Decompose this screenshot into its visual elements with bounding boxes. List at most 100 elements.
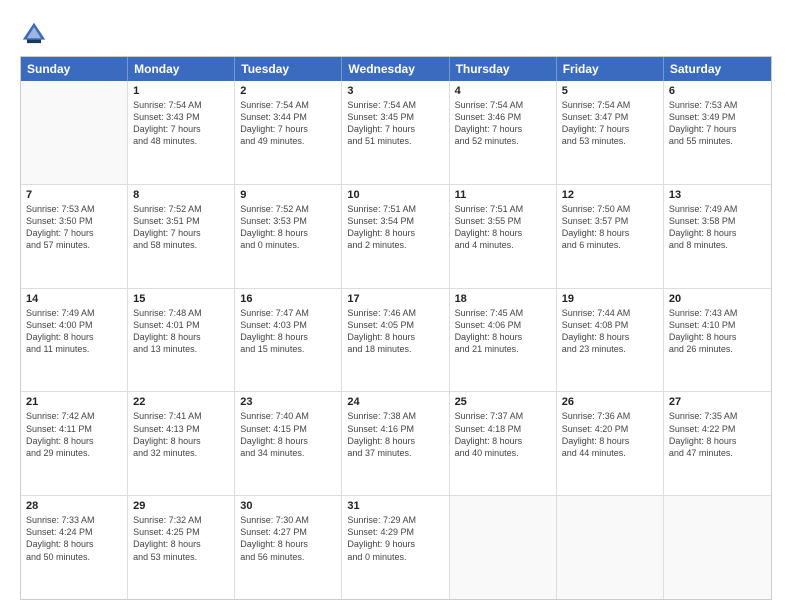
cell-info-line: and 44 minutes. [562,447,658,459]
cell-info-line: Sunset: 4:24 PM [26,526,122,538]
calendar-cell [664,496,771,599]
cell-info-line: Sunset: 3:43 PM [133,111,229,123]
day-number: 5 [562,85,658,97]
cell-info-line: Sunrise: 7:29 AM [347,514,443,526]
calendar-row-1: 7Sunrise: 7:53 AMSunset: 3:50 PMDaylight… [21,185,771,289]
cell-info-line: and 47 minutes. [669,447,766,459]
day-number: 14 [26,293,122,305]
cell-info-line: Daylight: 7 hours [669,123,766,135]
cell-info-line: and 6 minutes. [562,239,658,251]
cell-info-line: Sunset: 4:13 PM [133,423,229,435]
calendar-cell: 15Sunrise: 7:48 AMSunset: 4:01 PMDayligh… [128,289,235,392]
day-number: 22 [133,396,229,408]
calendar-cell: 10Sunrise: 7:51 AMSunset: 3:54 PMDayligh… [342,185,449,288]
cell-info-line: Daylight: 8 hours [669,331,766,343]
calendar-cell: 17Sunrise: 7:46 AMSunset: 4:05 PMDayligh… [342,289,449,392]
cell-info-line: and 4 minutes. [455,239,551,251]
cell-info-line: Daylight: 7 hours [240,123,336,135]
cell-info-line: Sunrise: 7:35 AM [669,410,766,422]
cell-info-line: Daylight: 8 hours [240,227,336,239]
cell-info-line: and 40 minutes. [455,447,551,459]
cell-info-line: Sunrise: 7:53 AM [26,203,122,215]
cell-info-line: and 15 minutes. [240,343,336,355]
cell-info-line: Daylight: 7 hours [133,227,229,239]
cell-info-line: and 56 minutes. [240,551,336,563]
calendar-cell [557,496,664,599]
calendar-cell: 13Sunrise: 7:49 AMSunset: 3:58 PMDayligh… [664,185,771,288]
cell-info-line: Daylight: 8 hours [562,435,658,447]
cell-info-line: Sunrise: 7:40 AM [240,410,336,422]
calendar-cell: 8Sunrise: 7:52 AMSunset: 3:51 PMDaylight… [128,185,235,288]
cell-info-line: Daylight: 8 hours [133,538,229,550]
cell-info-line: Daylight: 8 hours [347,435,443,447]
cell-info-line: and 53 minutes. [133,551,229,563]
calendar-cell: 19Sunrise: 7:44 AMSunset: 4:08 PMDayligh… [557,289,664,392]
calendar-cell [21,81,128,184]
cell-info-line: Sunset: 4:03 PM [240,319,336,331]
calendar-cell: 21Sunrise: 7:42 AMSunset: 4:11 PMDayligh… [21,392,128,495]
calendar-body: 1 Sunrise: 7:54 AM Sunset: 3:43 PM Daylight… [21,81,771,599]
cell-info-line: Daylight: 8 hours [26,331,122,343]
logo [20,20,52,48]
logo-icon [20,20,48,48]
day-number: 31 [347,500,443,512]
day-number: 3 [347,85,443,97]
calendar-row-4: 28Sunrise: 7:33 AMSunset: 4:24 PMDayligh… [21,496,771,599]
cell-info-line: Daylight: 8 hours [133,331,229,343]
calendar-cell: 6Sunrise: 7:53 AMSunset: 3:49 PMDaylight… [664,81,771,184]
cell-info-line: Sunset: 3:54 PM [347,215,443,227]
cell-info-line: Sunset: 4:15 PM [240,423,336,435]
cell-info-line: Sunset: 4:06 PM [455,319,551,331]
cell-info-line: Sunset: 4:11 PM [26,423,122,435]
cell-info-line: Sunrise: 7:53 AM [669,99,766,111]
day-number: 24 [347,396,443,408]
cell-info-line: Daylight: 8 hours [669,435,766,447]
day-number: 2 [240,85,336,97]
header-day-friday: Friday [557,57,664,81]
cell-info-line: Sunrise: 7:43 AM [669,307,766,319]
cell-info-line: Sunrise: 7:46 AM [347,307,443,319]
cell-info-line: Sunrise: 7:54 AM [562,99,658,111]
day-number: 18 [455,293,551,305]
cell-info-line: Sunrise: 7:37 AM [455,410,551,422]
cell-info-line: and 49 minutes. [240,135,336,147]
cell-info-line: Daylight: 8 hours [562,227,658,239]
cell-info-line: and 55 minutes. [669,135,766,147]
day-number: 26 [562,396,658,408]
cell-info-line: Sunrise: 7:54 AM [347,99,443,111]
cell-info-line: Daylight: 7 hours [455,123,551,135]
header-day-sunday: Sunday [21,57,128,81]
day-number: 6 [669,85,766,97]
calendar-cell: 7Sunrise: 7:53 AMSunset: 3:50 PMDaylight… [21,185,128,288]
cell-info-line: and 52 minutes. [455,135,551,147]
cell-info-line: Sunrise: 7:50 AM [562,203,658,215]
calendar-cell: 1Sunrise: 7:54 AMSunset: 3:43 PMDaylight… [128,81,235,184]
cell-info-line: and 58 minutes. [133,239,229,251]
day-number: 9 [240,189,336,201]
calendar-cell: 23Sunrise: 7:40 AMSunset: 4:15 PMDayligh… [235,392,342,495]
calendar-cell: 18Sunrise: 7:45 AMSunset: 4:06 PMDayligh… [450,289,557,392]
cell-info-line: Sunrise: 7:33 AM [26,514,122,526]
day-number: 1 [133,85,229,97]
cell-info-line: Sunset: 3:53 PM [240,215,336,227]
calendar-cell: 3Sunrise: 7:54 AMSunset: 3:45 PMDaylight… [342,81,449,184]
calendar-header: SundayMondayTuesdayWednesdayThursdayFrid… [21,57,771,81]
cell-info-line: Sunrise: 7:32 AM [133,514,229,526]
day-number: 25 [455,396,551,408]
calendar-cell: 9Sunrise: 7:52 AMSunset: 3:53 PMDaylight… [235,185,342,288]
cell-info-line: Daylight: 8 hours [562,331,658,343]
cell-info-line: and 0 minutes. [347,551,443,563]
calendar-row-0: 1 Sunrise: 7:54 AM Sunset: 3:43 PM Daylight… [21,81,771,185]
day-number: 23 [240,396,336,408]
calendar-cell: 28Sunrise: 7:33 AMSunset: 4:24 PMDayligh… [21,496,128,599]
cell-info-line: and 48 minutes. [133,135,229,147]
page: SundayMondayTuesdayWednesdayThursdayFrid… [0,0,792,612]
calendar-cell: 4Sunrise: 7:54 AMSunset: 3:46 PMDaylight… [450,81,557,184]
header-day-saturday: Saturday [664,57,771,81]
cell-info-line: and 8 minutes. [669,239,766,251]
day-number: 10 [347,189,443,201]
calendar-cell: 12Sunrise: 7:50 AMSunset: 3:57 PMDayligh… [557,185,664,288]
calendar-cell: 22Sunrise: 7:41 AMSunset: 4:13 PMDayligh… [128,392,235,495]
calendar-cell: 30Sunrise: 7:30 AMSunset: 4:27 PMDayligh… [235,496,342,599]
cell-info-line: Daylight: 7 hours [347,123,443,135]
